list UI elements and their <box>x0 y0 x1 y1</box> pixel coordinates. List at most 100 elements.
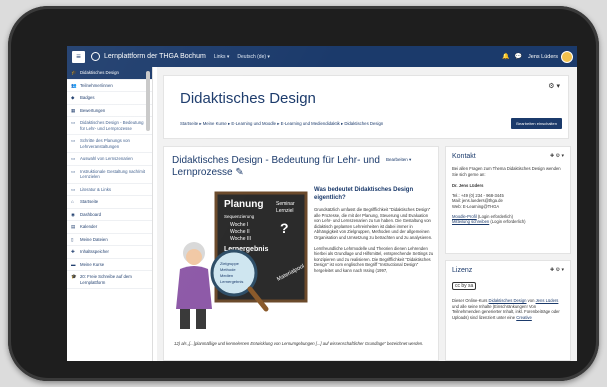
board-item: Sequenzierung <box>224 214 255 219</box>
sidebar-item-course-2[interactable]: 🎓 20: Freie Schreibe auf dem Lernplattfor… <box>67 271 152 289</box>
block-controls-icon[interactable]: ✚ ⚙ ▾ <box>550 267 564 273</box>
kontakt-web[interactable]: Web: E-Learning@THGA <box>452 204 564 210</box>
top-navbar: ≡ Lernplattform der THGA Bochum Links ▾ … <box>67 46 577 67</box>
courses-icon: ▬ <box>71 261 76 267</box>
section-title: Didaktisches Design - Bedeutung für Lehr… <box>172 155 380 178</box>
teacher-body <box>176 266 212 309</box>
lizenz-text-part: Dieser Online-Kurs <box>452 298 489 303</box>
lizenz-title: Lizenz <box>452 267 473 274</box>
tablet-frame: ≡ Lernplattform der THGA Bochum Links ▾ … <box>8 6 599 381</box>
magnifier-item: Zielgruppe <box>220 261 240 266</box>
screen: ≡ Lernplattform der THGA Bochum Links ▾ … <box>67 46 577 361</box>
lizenz-block: Lizenz ✚ ⚙ ▾ cc by sa Dieser Online-Kurs… <box>445 260 571 361</box>
board-label: Seminar <box>276 201 295 207</box>
sidebar-item-calendar[interactable]: ▤ Kalender <box>67 221 152 234</box>
menu-toggle-button[interactable]: ≡ <box>72 50 85 63</box>
badge-icon: ◆ <box>71 95 75 100</box>
calendar-icon: ▤ <box>71 224 76 229</box>
graduation-cap-icon: 🎓 <box>71 70 77 75</box>
breadcrumb[interactable]: Startseite ▸ Meine Kurse ▸ E-Learning un… <box>180 121 383 127</box>
folder-icon: ▭ <box>71 120 76 125</box>
language-menu[interactable]: Deutsch (de) ▾ <box>237 54 270 60</box>
lizenz-text-part: von <box>526 298 536 303</box>
article-text: Was bedeutet Didaktisches Design eigentl… <box>314 187 434 274</box>
magnifier-item: Methode <box>220 267 236 272</box>
magnifier-item: Lernergebnis <box>220 279 243 284</box>
gear-icon[interactable]: ⚙ ▾ <box>548 82 560 90</box>
moodle-profile-link[interactable]: Moodle-Profil <box>452 214 477 219</box>
kontakt-name: Dr. Jens Lüders <box>452 183 484 189</box>
paragraph-bottom: 12) als „[...]planmäßige und kennelernen… <box>174 341 424 346</box>
graduation-cap-icon: 🎓 <box>71 274 77 279</box>
send-message-link[interactable]: Mitteilung schreiben <box>452 219 489 224</box>
sidebar-item-content-bank[interactable]: ✚ Inhaltsspeicher <box>67 246 152 259</box>
sidebar-item-section-2[interactable]: ▭ Schritte des Planungs von Lehrveranstal… <box>67 135 152 153</box>
kontakt-details: Tel.: +49 (0) 234 - 968-3445 Mail: jens.… <box>452 193 564 210</box>
avatar[interactable] <box>561 50 573 63</box>
sidebar-item-badges[interactable]: ◆ Badges <box>67 92 152 105</box>
sidebar-scrollbar[interactable] <box>146 71 150 131</box>
paragraph: Lernfreundliche Lehrmodelle und Theorien… <box>314 245 434 273</box>
users-icon: 👥 <box>71 82 77 88</box>
content-section: Didaktisches Design - Bedeutung für Lehr… <box>163 146 439 361</box>
teacher-leg <box>180 309 190 329</box>
folder-icon: ▭ <box>71 186 76 192</box>
lizenz-text: Dieser Online-Kurs Didaktisches Design v… <box>452 298 564 320</box>
main-region: Didaktisches Design ⚙ ▾ Startseite ▸ Mei… <box>157 67 577 361</box>
sidebar-item-section-4[interactable]: ▭ Instruktionale Gestaltung nach/mit Lern… <box>67 166 152 184</box>
puzzle-icon: ✚ <box>71 249 75 254</box>
board-label: Lernziel <box>276 208 294 214</box>
block-controls-icon[interactable]: ✚ ⚙ ▾ <box>550 153 564 159</box>
kontakt-intro: Bei allen Fragen zum Thema Didaktisches … <box>452 166 561 177</box>
cc-license-icon[interactable]: cc by sa <box>452 282 477 290</box>
question-mark: ? <box>280 220 289 236</box>
magnifier-item: Medien <box>220 273 233 278</box>
board-title: Planung <box>224 199 263 210</box>
sidebar-item-participants[interactable]: 👥 Teilnehmer/innen <box>67 80 152 92</box>
sidebar-item-course[interactable]: 🎓 Didaktisches Design <box>67 67 152 80</box>
sidebar-item-dashboard[interactable]: ◉ Dashboard <box>67 209 152 221</box>
folder-icon: ▭ <box>71 138 76 143</box>
sidebar-item-home[interactable]: ⌂ Startseite <box>67 196 152 209</box>
kontakt-links: Moodle-Profil (Login erforderlich) Mitte… <box>452 214 564 225</box>
course-link[interactable]: Didaktisches Design <box>489 298 527 303</box>
teacher-face <box>186 249 202 265</box>
page-title: Didaktisches Design <box>180 90 316 107</box>
sidebar: 🎓 Didaktisches Design 👥 Teilnehmer/innen ◆… <box>67 67 153 361</box>
sidebar-item-section-5[interactable]: ▭ Literatur & Links <box>67 184 152 196</box>
folder-icon: ▭ <box>71 156 76 161</box>
sidebar-item-my-courses[interactable]: ▬ Meine Kurse <box>67 259 152 271</box>
lizenz-text-part: und alle seine Inhalte (Einschränkungen!… <box>452 303 560 320</box>
page-header: Didaktisches Design ⚙ ▾ Startseite ▸ Mei… <box>163 75 569 139</box>
sidebar-item-grades[interactable]: ▦ Bewertungen <box>67 105 152 117</box>
edit-mode-button[interactable]: Bearbeiten einschalten <box>511 118 562 129</box>
sidebar-item-section-1[interactable]: ▭ Didaktisches Design - Bedeutung für Leh… <box>67 117 152 135</box>
sidebar-item-files[interactable]: ▯ Meine Dateien <box>67 234 152 246</box>
file-icon: ▯ <box>71 236 74 242</box>
chat-icon[interactable]: 💬 <box>515 53 522 60</box>
kontakt-block: Kontakt ✚ ⚙ ▾ Bei allen Fragen zum Thema… <box>445 146 571 254</box>
kontakt-title: Kontakt <box>452 153 476 160</box>
message-line: Mitteilung schreiben (Login erforderlich… <box>452 219 564 225</box>
teacher-leg <box>196 309 206 329</box>
board-item: Woche II <box>230 229 250 235</box>
profile-note: (Login erforderlich) <box>477 213 513 219</box>
question-heading: Was bedeutet Didaktisches Design eigentl… <box>314 187 414 201</box>
bell-icon[interactable]: 🔔 <box>502 53 509 60</box>
planning-illustration: Planung Sequenzierung Woche I Woche II W… <box>176 191 308 329</box>
board-item: Woche I <box>230 222 248 228</box>
license-link[interactable]: Creative <box>516 315 532 320</box>
section-edit-menu[interactable]: Bearbeiten ▾ <box>386 157 411 163</box>
message-note: (Login erforderlich) <box>490 219 526 225</box>
board-item: Woche III <box>230 236 251 242</box>
brand-logo-icon <box>91 52 100 61</box>
sidebar-item-section-3[interactable]: ▭ Auswahl von Lernszenarien <box>67 153 152 166</box>
links-menu[interactable]: Links ▾ <box>214 54 230 60</box>
author-link[interactable]: Jens Lüders <box>536 298 559 303</box>
user-name[interactable]: Jens Lüders <box>528 54 558 60</box>
paragraph: Grundsätzlich umfasst die Begrifflichkei… <box>314 207 433 240</box>
grades-icon: ▦ <box>71 107 76 113</box>
site-brand-link[interactable]: Lernplattform der THGA Bochum <box>104 53 206 60</box>
home-icon: ⌂ <box>71 199 74 204</box>
dashboard-icon: ◉ <box>71 211 75 217</box>
